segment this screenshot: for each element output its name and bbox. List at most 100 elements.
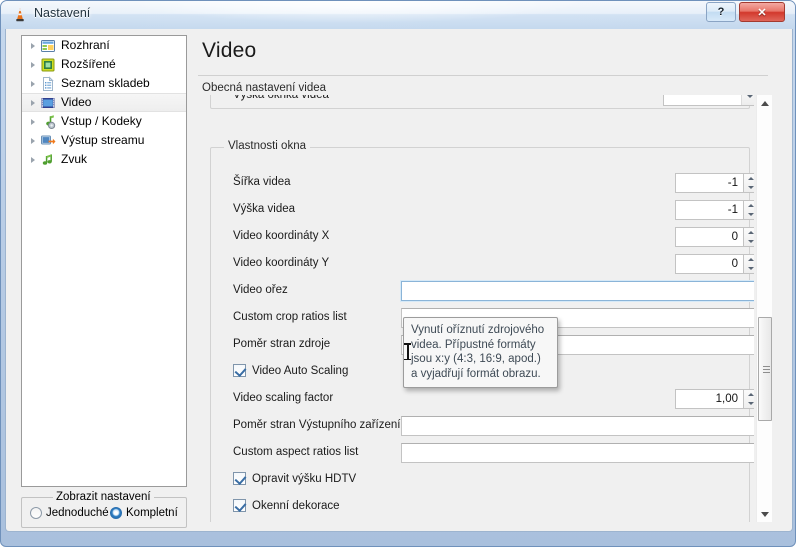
spin-down-icon[interactable] (744, 399, 754, 408)
chevron-right-icon[interactable] (26, 58, 40, 72)
form-row: Opravit výšku HDTV (211, 467, 751, 494)
radio-simple-indicator[interactable] (30, 507, 42, 519)
checkbox-indicator[interactable] (233, 472, 246, 485)
title-bar[interactable]: Nastavení ? ✕ (1, 1, 795, 29)
spin-down-icon[interactable] (744, 264, 754, 273)
spin-buttons[interactable] (743, 173, 754, 193)
video-scaling-factor-stepper[interactable]: 1,00 (675, 389, 754, 409)
chevron-right-icon[interactable] (26, 134, 40, 148)
spin-buttons[interactable] (743, 227, 754, 247)
form-row: Šířka videa -1 (211, 170, 754, 197)
radio-simple[interactable]: Jednoduché (30, 507, 109, 519)
chevron-right-icon[interactable] (26, 115, 40, 129)
spin-up-icon[interactable] (744, 228, 754, 237)
spin-value[interactable]: -1 (675, 200, 743, 220)
form-row: Název videa (211, 521, 751, 522)
title-divider (198, 75, 768, 76)
spin-buttons[interactable] (743, 200, 754, 220)
sidebar-item-rozhrani[interactable]: Rozhraní (22, 36, 186, 55)
vertical-scrollbar[interactable] (756, 95, 772, 522)
field-label: Custom aspect ratios list (233, 446, 359, 458)
sidebar-item-zvuk[interactable]: Zvuk (22, 150, 186, 169)
input-codecs-icon (40, 114, 56, 130)
chevron-right-icon[interactable] (26, 153, 40, 167)
video-y-coordinate-stepper[interactable]: 0 (675, 254, 754, 274)
form-row: Video koordináty X 0 (211, 224, 754, 251)
spin-value[interactable]: 1,00 (675, 389, 743, 409)
video-x-coordinate-stepper[interactable]: 0 (675, 227, 754, 247)
window-properties-legend: Vlastnosti okna (224, 140, 310, 152)
spin-up-icon[interactable] (744, 174, 754, 183)
film-strip-icon (40, 95, 56, 111)
sidebar-item-label: Rozšířené (61, 57, 116, 71)
checkbox-label: Video Auto Scaling (252, 364, 349, 377)
chevron-right-icon[interactable] (26, 39, 40, 53)
help-button[interactable]: ? (706, 2, 736, 22)
spin-buttons[interactable] (743, 389, 754, 409)
spin-down-icon[interactable] (744, 210, 754, 219)
sidebar-item-vystup-streamu[interactable]: Výstup streamu (22, 131, 186, 150)
sidebar-item-video[interactable]: Video (22, 93, 186, 112)
field-label: Výška videa (233, 203, 296, 215)
audio-note-icon (40, 152, 56, 168)
spin-value[interactable]: 0 (675, 227, 743, 247)
sidebar-item-seznam-skladeb[interactable]: Seznam skladeb (22, 74, 186, 93)
spin-down-icon[interactable] (744, 237, 754, 246)
vlc-cone-icon (16, 8, 24, 22)
video-auto-scaling-checkbox[interactable]: Video Auto Scaling (233, 364, 348, 377)
scroll-up-icon[interactable] (757, 95, 773, 111)
chevron-right-icon[interactable] (26, 96, 40, 110)
spin-buttons[interactable] (743, 254, 754, 274)
fix-hdtv-height-checkbox[interactable]: Opravit výšku HDTV (233, 472, 356, 485)
tooltip: Vynutí oříznutí zdrojového videa. Přípus… (403, 317, 558, 388)
video-height-stepper[interactable]: -1 (675, 200, 754, 220)
custom-aspect-ratios-input[interactable] (401, 443, 754, 463)
settings-category-tree[interactable]: Rozhraní Rozšířené Seznam skladeb Video … (21, 35, 187, 487)
checkbox-indicator[interactable] (233, 499, 246, 512)
radio-complete[interactable]: Kompletní (110, 507, 178, 519)
checkbox-label: Okenní dekorace (252, 499, 340, 512)
video-window-height-combo[interactable] (663, 95, 754, 106)
show-settings-group: Zobrazit nastavení Jednoduché Kompletní (21, 491, 187, 528)
scroll-down-icon[interactable] (757, 506, 773, 522)
spin-value[interactable]: 0 (675, 254, 743, 274)
sidebar-item-rozsirene[interactable]: Rozšířené (22, 55, 186, 74)
field-label: Poměr stran Výstupního zařízení (233, 419, 401, 431)
scrollbar-thumb[interactable] (758, 317, 772, 421)
checkbox-label: Opravit výšku HDTV (252, 472, 357, 485)
chevron-right-icon[interactable] (26, 77, 40, 91)
form-row: Custom aspect ratios list (211, 440, 754, 467)
settings-window: Nastavení ? ✕ Rozhraní Rozšířené Seznam … (0, 0, 796, 547)
scrollbar-grip-icon (763, 366, 770, 373)
form-row: Výška videa -1 (211, 197, 754, 224)
field-label: Poměr stran zdroje (233, 338, 331, 350)
video-settings-panel: Video Obecná nastavení videa Výška oknka… (196, 35, 778, 527)
field-label: Výška oknka videa (233, 95, 329, 101)
spin-value[interactable]: -1 (675, 173, 743, 193)
spin-up-icon[interactable] (744, 390, 754, 399)
page-title: Video (202, 39, 257, 62)
checkbox-indicator[interactable] (233, 364, 246, 377)
spin-up-icon[interactable] (744, 201, 754, 210)
sidebar-item-label: Zvuk (61, 152, 88, 166)
field-label: Šířka videa (233, 176, 291, 188)
client-area: Rozhraní Rozšířené Seznam skladeb Video … (5, 29, 793, 532)
sidebar-item-label: Rozhraní (61, 38, 110, 52)
window-decorations-checkbox[interactable]: Okenní dekorace (233, 499, 340, 512)
form-row: Poměr stran Výstupního zařízení (211, 413, 754, 440)
form-row: Video ořez (211, 278, 754, 305)
radio-complete-indicator[interactable] (110, 507, 122, 519)
chevron-down-icon[interactable] (741, 95, 754, 105)
playlist-document-icon (40, 75, 56, 92)
spin-down-icon[interactable] (744, 183, 754, 192)
video-crop-input[interactable] (401, 281, 754, 301)
form-row: Okenní dekorace (211, 494, 751, 521)
spin-up-icon[interactable] (744, 255, 754, 264)
field-label: Custom crop ratios list (233, 311, 347, 323)
sidebar-item-vstup-kodeky[interactable]: Vstup / Kodeky (22, 112, 186, 131)
sidebar-item-label: Výstup streamu (61, 133, 145, 147)
video-width-stepper[interactable]: -1 (675, 173, 754, 193)
close-icon[interactable]: ✕ (739, 2, 785, 22)
output-device-aspect-ratio-input[interactable] (401, 416, 754, 436)
form-row: Video scaling factor 1,00 (211, 386, 754, 413)
